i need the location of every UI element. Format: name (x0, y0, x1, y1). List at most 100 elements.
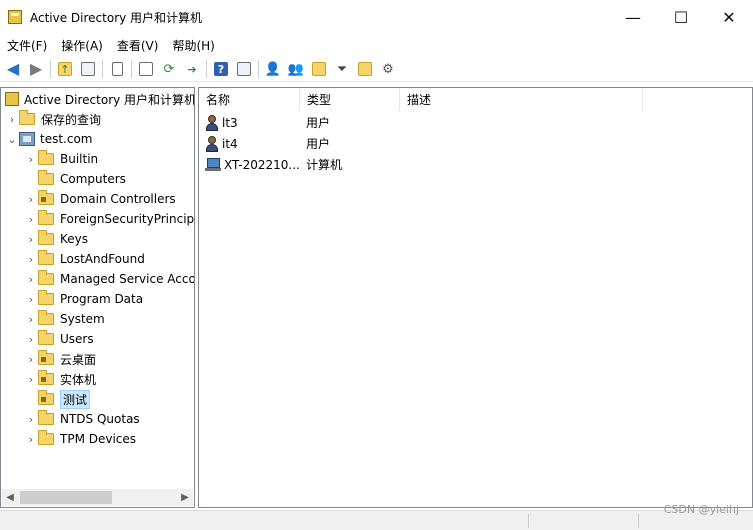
toolbar: ◀ ▶ ↑ ⟳ ➔ ? 👤 👥 ⏷ ⚙ (0, 57, 753, 82)
chevron-right-icon[interactable]: › (24, 413, 38, 426)
domain-icon (19, 132, 35, 146)
chevron-right-icon[interactable]: › (24, 193, 38, 206)
status-divider (528, 514, 529, 528)
tree-item-system[interactable]: › System (24, 309, 105, 329)
tree-item-label: 保存的查询 (41, 112, 102, 127)
console-icon (237, 62, 251, 76)
tree-item-domain[interactable]: ⌄ test.com (5, 129, 93, 149)
tree-item-foreign-security-principals[interactable]: › ForeignSecurityPrincipals (24, 209, 194, 229)
menu-view[interactable]: 查看(V) (110, 37, 166, 54)
properties-button[interactable] (136, 59, 156, 79)
column-header-type[interactable]: 类型 (300, 88, 400, 111)
tree-item-ntds-quotas[interactable]: › NTDS Quotas (24, 409, 140, 429)
back-button[interactable]: ◀ (3, 59, 23, 79)
chevron-right-icon[interactable]: › (24, 293, 38, 306)
tree-item-test-ou[interactable]: 测试 (24, 389, 91, 409)
cell-name: XT-202210... (205, 157, 300, 172)
ad-snapin-icon (5, 92, 19, 106)
user-icon (205, 135, 219, 152)
list-row[interactable]: lt3 用户 (199, 112, 639, 133)
chevron-right-icon[interactable]: › (24, 313, 38, 326)
tree-item-users[interactable]: › Users (24, 329, 94, 349)
window-controls: — ☐ ✕ (609, 0, 753, 34)
chevron-right-icon[interactable]: › (24, 353, 38, 366)
list-row[interactable]: it4 用户 (199, 133, 639, 154)
tree-item-tpm-devices[interactable]: › TPM Devices (24, 429, 136, 449)
chevron-right-icon[interactable]: › (24, 433, 38, 446)
tree-horizontal-scrollbar[interactable]: ◀ ▶ (2, 489, 193, 506)
minimize-button[interactable]: — (609, 0, 657, 34)
find-button[interactable] (355, 59, 375, 79)
chevron-right-icon[interactable]: › (24, 253, 38, 266)
cell-name: it4 (205, 135, 238, 152)
folder-icon (38, 310, 54, 325)
export-list-button[interactable]: ➔ (182, 59, 202, 79)
tree-item-label: Managed Service Accounts (60, 272, 195, 286)
user-icon (205, 114, 219, 131)
chevron-right-icon[interactable]: › (24, 153, 38, 166)
tree-item-program-data[interactable]: › Program Data (24, 289, 143, 309)
chevron-right-icon[interactable]: › (24, 213, 38, 226)
scroll-left-icon[interactable]: ◀ (2, 492, 18, 503)
chevron-right-icon[interactable]: › (24, 373, 38, 386)
folder-icon (38, 290, 54, 305)
chevron-right-icon[interactable]: › (24, 273, 38, 286)
forward-button[interactable]: ▶ (26, 59, 46, 79)
delegate-button[interactable]: ⚙ (378, 59, 398, 79)
tree-item-saved-queries[interactable]: › 保存的查询 (5, 109, 101, 129)
chevron-right-icon[interactable]: › (24, 233, 38, 246)
tree-item-computers[interactable]: Computers (24, 169, 126, 189)
tree-item-label: Builtin (60, 152, 99, 166)
tree-item-domain-controllers[interactable]: › Domain Controllers (24, 189, 176, 209)
console-button[interactable] (234, 59, 254, 79)
new-user-button[interactable]: 👤 (263, 59, 283, 79)
details-pane[interactable]: 名称 类型 描述 lt3 用户 it4 用户 XT-202210... 计算机 (198, 87, 753, 508)
toolbar-separator (258, 60, 259, 78)
menu-file[interactable]: 文件(F) (0, 37, 54, 54)
scroll-thumb[interactable] (20, 491, 112, 504)
tree-item-physical-machines[interactable]: › 实体机 (24, 369, 96, 389)
tree-item-cloud-desktop[interactable]: › 云桌面 (24, 349, 96, 369)
menu-help[interactable]: 帮助(H) (165, 37, 221, 54)
tree-item-label: test.com (40, 132, 93, 146)
tree-item-lost-and-found[interactable]: › LostAndFound (24, 249, 145, 269)
tree-item-label: Program Data (60, 292, 144, 306)
window-title: Active Directory 用户和计算机 (30, 10, 203, 25)
refresh-button[interactable]: ⟳ (159, 59, 179, 79)
chevron-right-icon[interactable]: › (5, 113, 19, 126)
show-hide-tree-icon (81, 62, 95, 76)
scroll-right-icon[interactable]: ▶ (177, 492, 193, 503)
chevron-down-icon[interactable]: ⌄ (5, 133, 19, 146)
close-button[interactable]: ✕ (705, 0, 753, 34)
toolbar-separator (131, 60, 132, 78)
folder-icon (38, 250, 54, 265)
show-hide-tree-button[interactable] (78, 59, 98, 79)
tree-root[interactable]: Active Directory 用户和计算机 (5, 89, 194, 109)
folder-icon (38, 330, 54, 345)
tree-item-managed-service-accounts[interactable]: › Managed Service Accounts (24, 269, 195, 289)
list-row[interactable]: XT-202210... 计算机 (199, 154, 639, 175)
status-divider (638, 514, 639, 528)
tree-pane[interactable]: Active Directory 用户和计算机 › 保存的查询 ⌄ test.c… (0, 87, 195, 508)
maximize-button[interactable]: ☐ (657, 0, 705, 34)
menu-action[interactable]: 操作(A) (54, 37, 110, 54)
clipboard-icon (111, 62, 123, 76)
new-ou-button[interactable] (309, 59, 329, 79)
back-arrow-icon: ◀ (6, 59, 20, 78)
tree-item-label: 测试 (60, 389, 91, 409)
tree-item-builtin[interactable]: › Builtin (24, 149, 98, 169)
chevron-right-icon[interactable]: › (24, 333, 38, 346)
tree-item-keys[interactable]: › Keys (24, 229, 88, 249)
new-group-button[interactable]: 👥 (286, 59, 306, 79)
column-header-description[interactable]: 描述 (400, 88, 643, 111)
folder-icon (38, 150, 54, 165)
menu-bar: 文件(F) 操作(A) 查看(V) 帮助(H) (0, 34, 753, 56)
filter-button[interactable]: ⏷ (332, 59, 352, 79)
row-name: lt3 (222, 115, 238, 130)
ad-app-icon (8, 10, 22, 24)
clipboard-button[interactable] (107, 59, 127, 79)
toolbar-separator (50, 60, 51, 78)
up-level-button[interactable]: ↑ (55, 59, 75, 79)
help-button[interactable]: ? (211, 59, 231, 79)
column-header-name[interactable]: 名称 (199, 88, 300, 111)
